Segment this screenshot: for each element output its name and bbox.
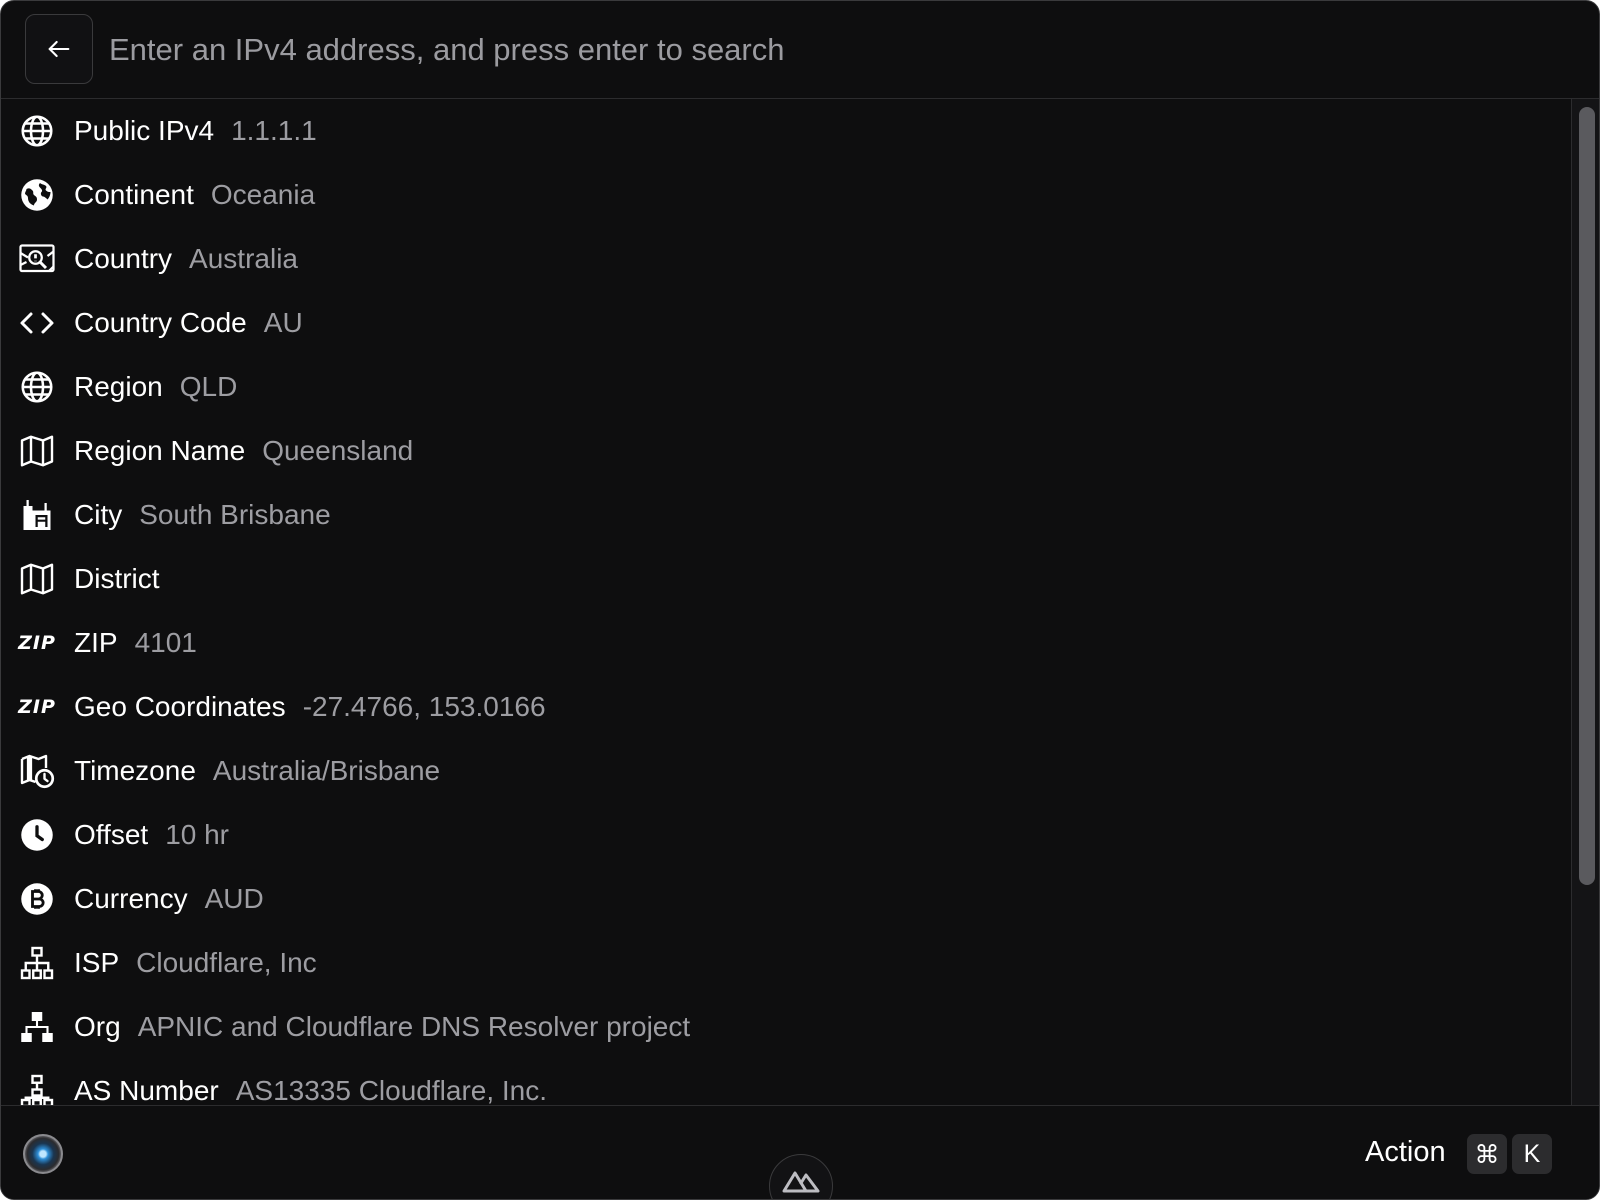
list-item-as-number[interactable]: AS Number AS13335 Cloudflare, Inc.: [1, 1059, 1569, 1105]
globe-icon: [17, 367, 57, 407]
city-buildings-icon: [17, 495, 57, 535]
action-button[interactable]: Action: [1365, 1136, 1446, 1169]
item-value: South Brisbane: [139, 499, 331, 530]
list-item-org[interactable]: Org APNIC and Cloudflare DNS Resolver pr…: [1, 995, 1569, 1059]
map-pin-search-icon: [17, 239, 57, 279]
map-icon: [17, 559, 57, 599]
item-label: Timezone: [74, 755, 196, 786]
app-logo-icon: [23, 1134, 63, 1174]
item-label: Public IPv4: [74, 115, 215, 146]
item-value: 4101: [134, 627, 197, 658]
list-item-offset[interactable]: Offset 10 hr: [1, 803, 1569, 867]
item-label: Country Code: [74, 307, 247, 338]
globe-icon: [17, 111, 57, 151]
item-label: Region: [74, 371, 163, 402]
scrollbar-track[interactable]: [1571, 99, 1599, 1105]
item-value: Cloudflare, Inc: [136, 947, 317, 978]
center-tab-button[interactable]: [769, 1154, 833, 1199]
list-item-isp[interactable]: ISP Cloudflare, Inc: [1, 931, 1569, 995]
list-item-zip[interactable]: ZIP ZIP 4101: [1, 611, 1569, 675]
map-icon: [17, 431, 57, 471]
zip-icon: ZIP: [18, 696, 56, 718]
list-item-region-name[interactable]: Region Name Queensland: [1, 419, 1569, 483]
clock-icon: [17, 815, 57, 855]
app-window: Public IPv4 1.1.1.1 Continent Oceania: [0, 0, 1600, 1200]
list-item-geo-coordinates[interactable]: ZIP Geo Coordinates -27.4766, 153.0166: [1, 675, 1569, 739]
item-value: APNIC and Cloudflare DNS Resolver projec…: [137, 1011, 691, 1042]
item-value: AU: [263, 307, 303, 338]
code-brackets-icon: [17, 303, 57, 343]
shortcut-key-command: ⌘: [1467, 1134, 1507, 1174]
item-label: ZIP: [74, 627, 118, 658]
list-item-currency[interactable]: Currency AUD: [1, 867, 1569, 931]
search-header: [1, 1, 1599, 99]
item-label: Region Name: [74, 435, 246, 466]
mountain-logo-icon: [782, 1171, 820, 1193]
back-button[interactable]: [25, 14, 93, 84]
item-value: Australia: [189, 243, 298, 274]
zip-icon: ZIP: [18, 632, 56, 654]
item-label: Continent: [74, 179, 194, 210]
item-label: Geo Coordinates: [74, 691, 286, 722]
item-label: ISP: [74, 947, 120, 978]
list-item-district[interactable]: District: [1, 547, 1569, 611]
list-item-timezone[interactable]: Timezone Australia/Brisbane: [1, 739, 1569, 803]
item-value: Oceania: [210, 179, 316, 210]
network-icon: [17, 943, 57, 983]
item-value: 10 hr: [165, 819, 230, 850]
item-label: Currency: [74, 883, 188, 914]
item-label: Country: [74, 243, 173, 274]
network-tree-icon: [17, 1071, 57, 1105]
item-value: QLD: [179, 371, 238, 402]
footer-bar: Action ⌘ K: [1, 1105, 1599, 1199]
list-item-city[interactable]: City South Brisbane: [1, 483, 1569, 547]
item-value: 1.1.1.1: [231, 115, 317, 146]
network-filled-icon: [17, 1007, 57, 1047]
bitcoin-icon: [17, 879, 57, 919]
item-label: Offset: [74, 819, 149, 850]
arrow-left-icon: [48, 40, 70, 58]
scrollbar-thumb[interactable]: [1579, 107, 1595, 885]
item-value: Australia/Brisbane: [212, 755, 441, 786]
result-list: Public IPv4 1.1.1.1 Continent Oceania Co…: [1, 99, 1569, 1105]
item-label: District: [74, 563, 160, 594]
map-clock-icon: [17, 751, 57, 791]
list-item-country[interactable]: Country Australia: [1, 227, 1569, 291]
list-item-country-code[interactable]: Country Code AU: [1, 291, 1569, 355]
list-item-continent[interactable]: Continent Oceania: [1, 163, 1569, 227]
search-input[interactable]: [109, 23, 1549, 77]
item-value: AS13335 Cloudflare, Inc.: [235, 1075, 548, 1105]
item-value: AUD: [204, 883, 264, 914]
item-label: AS Number: [74, 1075, 219, 1105]
item-label: City: [74, 499, 123, 530]
earth-icon: [17, 175, 57, 215]
item-value: -27.4766, 153.0166: [302, 691, 546, 722]
item-value: Queensland: [262, 435, 414, 466]
list-item-public-ipv4[interactable]: Public IPv4 1.1.1.1: [1, 99, 1569, 163]
shortcut-key-k: K: [1512, 1134, 1552, 1174]
list-item-region[interactable]: Region QLD: [1, 355, 1569, 419]
item-label: Org: [74, 1011, 121, 1042]
